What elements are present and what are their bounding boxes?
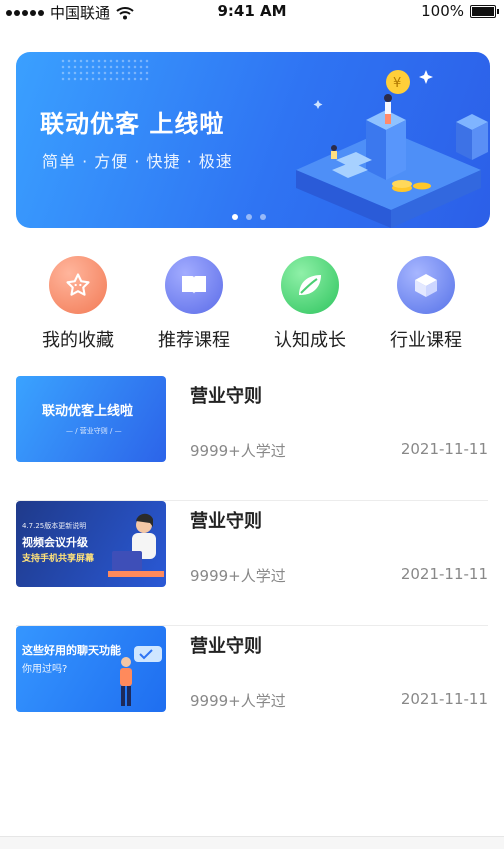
quick-item-industry[interactable]: 行业课程 xyxy=(368,256,484,352)
course-thumbnail: 联动优客上线啦 — / 营业守则 / — xyxy=(16,376,166,462)
thumbnail-subtitle: — / 营业守则 / — xyxy=(66,427,122,435)
leaf-icon xyxy=(281,256,339,314)
course-date: 2021-11-11 xyxy=(400,565,488,583)
star-icon xyxy=(49,256,107,314)
person-illustration xyxy=(108,513,164,577)
pager-dot[interactable] xyxy=(246,214,252,220)
book-icon xyxy=(165,256,223,314)
thumbnail-title: 视频会议升级 xyxy=(22,536,88,549)
thumbnail-caption: 4.7.25版本更新说明 xyxy=(22,522,87,530)
banner-subtitle: 简单 · 方便 · 快捷 · 极速 xyxy=(42,152,233,171)
thumbnail-title: 联动优客上线啦 xyxy=(42,404,134,419)
quick-item-growth[interactable]: 认知成长 xyxy=(252,256,368,352)
thumbnail-title: 这些好用的聊天功能 xyxy=(22,644,121,657)
svg-text:¥: ¥ xyxy=(393,76,401,91)
banner-illustration: ¥ xyxy=(296,70,488,228)
battery-icon xyxy=(470,4,499,18)
course-date: 2021-11-11 xyxy=(400,690,488,708)
status-right: 100% xyxy=(421,2,499,20)
course-title: 营业守则 xyxy=(190,386,262,407)
course-item[interactable]: 联动优客上线啦 — / 营业守则 / — 营业守则 9999+人学过 2021-… xyxy=(16,376,488,501)
person-illustration xyxy=(120,646,162,706)
pager-dot[interactable] xyxy=(260,214,266,220)
tab-bar xyxy=(0,836,504,849)
quick-item-recommended[interactable]: 推荐课程 xyxy=(136,256,252,352)
banner-title: 联动优客 上线啦 xyxy=(40,110,225,138)
cube-icon xyxy=(397,256,455,314)
status-bar: 中国联通 9:41 AM 100% xyxy=(0,0,504,24)
course-thumbnail: 这些好用的聊天功能 你用过吗? xyxy=(16,626,166,712)
quick-item-label: 行业课程 xyxy=(390,330,462,351)
course-item[interactable]: 这些好用的聊天功能 你用过吗? 营业守则 9999+人学过 2021-11-11 xyxy=(16,626,488,750)
quick-item-label: 推荐课程 xyxy=(158,330,230,351)
pager-dot[interactable] xyxy=(232,214,238,220)
course-title: 营业守则 xyxy=(190,511,262,532)
battery-percent: 100% xyxy=(421,2,464,20)
course-thumbnail: 4.7.25版本更新说明 视频会议升级 支持手机共享屏幕 xyxy=(16,501,166,587)
quick-item-favorites[interactable]: 我的收藏 xyxy=(20,256,136,352)
thumbnail-subtitle: 你用过吗? xyxy=(22,664,68,675)
promo-banner[interactable]: 联动优客 上线啦 简单 · 方便 · 快捷 · 极速 ¥ xyxy=(16,52,490,228)
course-learners: 9999+人学过 xyxy=(190,442,286,460)
thumbnail-subtitle: 支持手机共享屏幕 xyxy=(22,554,95,564)
course-list: 联动优客上线啦 — / 营业守则 / — 营业守则 9999+人学过 2021-… xyxy=(16,376,488,750)
quick-menu: 我的收藏 推荐课程 认知成长 行业课程 xyxy=(20,256,484,352)
course-learners: 9999+人学过 xyxy=(190,567,286,585)
course-date: 2021-11-11 xyxy=(400,440,488,458)
course-item[interactable]: 4.7.25版本更新说明 视频会议升级 支持手机共享屏幕 营业守则 9999+人… xyxy=(16,501,488,626)
course-title: 营业守则 xyxy=(190,636,262,657)
banner-pager xyxy=(232,214,266,220)
banner-dot-pattern xyxy=(60,58,150,82)
quick-item-label: 认知成长 xyxy=(274,330,346,351)
quick-item-label: 我的收藏 xyxy=(42,330,114,351)
course-learners: 9999+人学过 xyxy=(190,692,286,710)
